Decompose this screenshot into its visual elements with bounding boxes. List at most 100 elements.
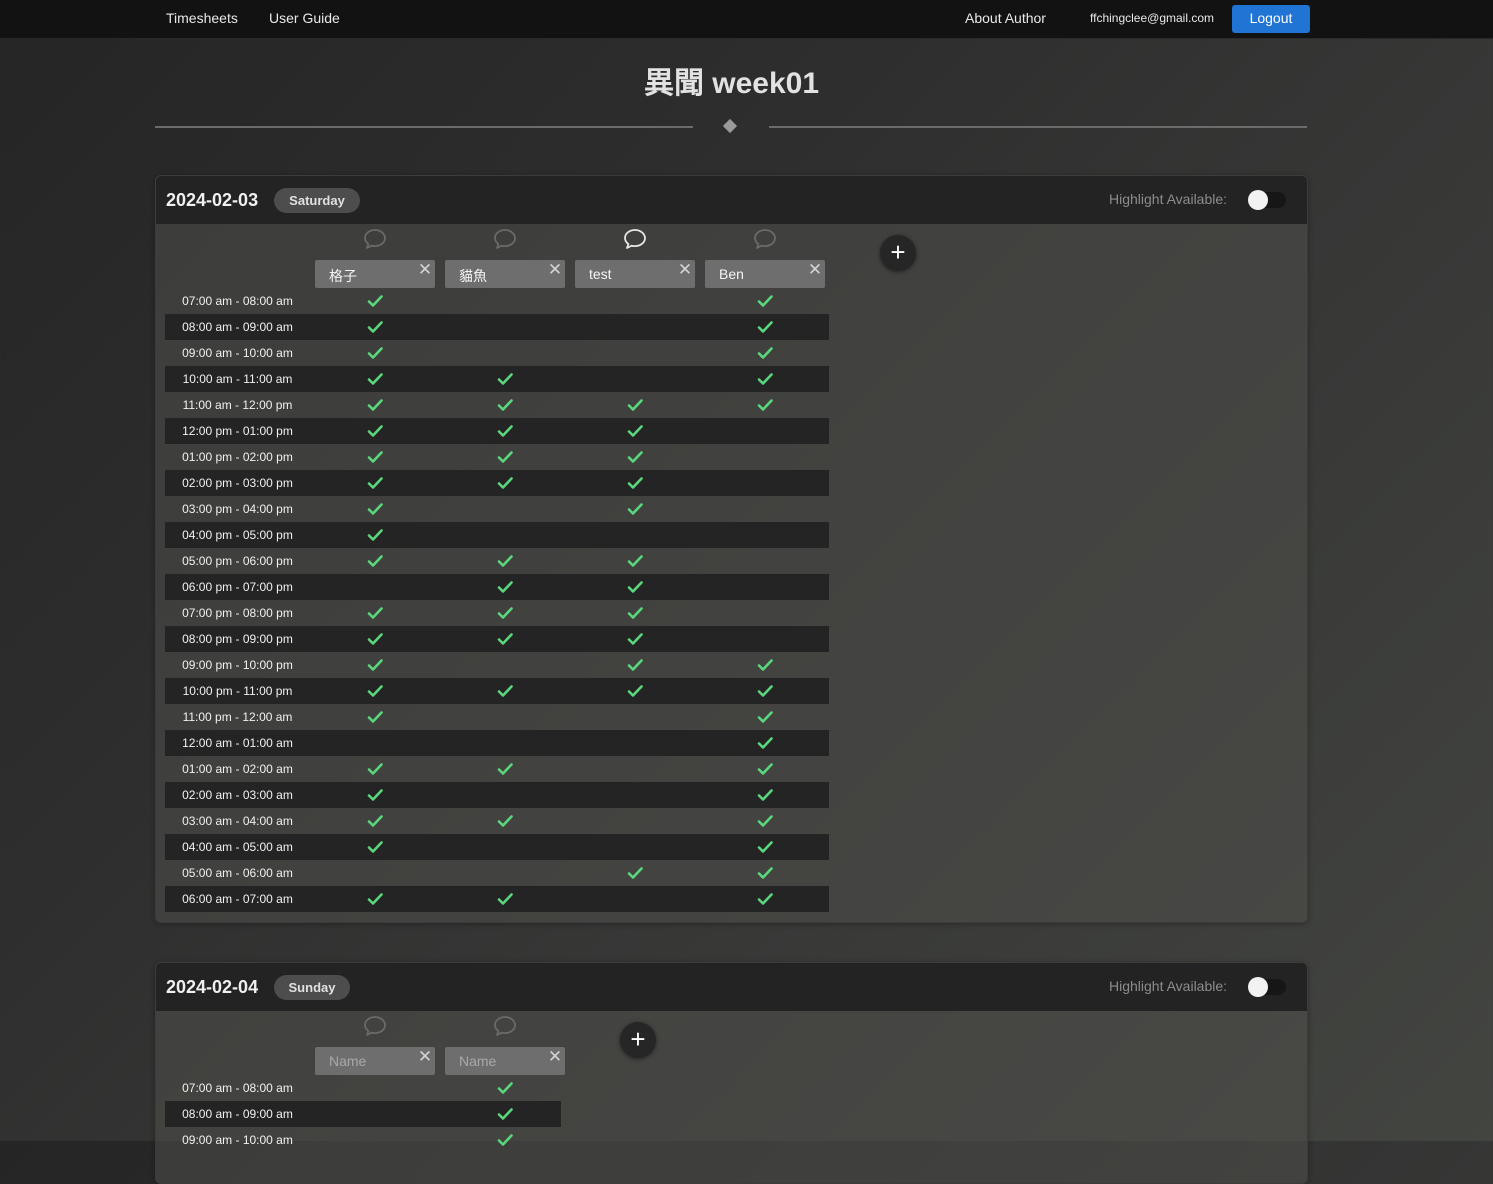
highlight-available-toggle[interactable] [1248,190,1286,210]
check-icon[interactable] [367,657,383,673]
check-icon[interactable] [757,319,773,335]
check-icon[interactable] [367,423,383,439]
check-icon[interactable] [367,813,383,829]
check-icon[interactable] [497,1132,513,1148]
check-icon[interactable] [367,839,383,855]
remove-member-close-icon[interactable]: ✕ [417,261,433,279]
check-icon[interactable] [497,631,513,647]
check-icon[interactable] [757,345,773,361]
time-slot-row: 08:00 am - 09:00 am [165,314,829,340]
member-name-field[interactable]: Ben ✕ [705,260,825,288]
check-icon[interactable] [367,553,383,569]
add-member-button[interactable]: + [880,235,916,271]
check-icon[interactable] [757,839,773,855]
check-icon[interactable] [627,631,643,647]
check-icon[interactable] [497,553,513,569]
check-icon[interactable] [367,787,383,803]
highlight-available-label: Highlight Available: [1109,191,1228,207]
check-icon[interactable] [497,1106,513,1122]
remove-member-close-icon[interactable]: ✕ [547,1048,563,1066]
time-slot-label: 01:00 pm - 02:00 pm [182,450,293,464]
logout-button[interactable]: Logout [1232,5,1310,33]
check-icon[interactable] [627,579,643,595]
comment-bubble-icon[interactable] [493,228,517,250]
check-icon[interactable] [367,605,383,621]
check-icon[interactable] [757,657,773,673]
check-icon[interactable] [757,735,773,751]
check-icon[interactable] [367,319,383,335]
check-icon[interactable] [367,683,383,699]
time-slot-row: 09:00 pm - 10:00 pm [165,652,829,678]
check-icon[interactable] [757,709,773,725]
check-icon[interactable] [367,371,383,387]
check-icon[interactable] [627,475,643,491]
nav-timesheets-link[interactable]: Timesheets [166,0,238,38]
nav-about-author-link[interactable]: About Author [965,0,1046,38]
comment-bubble-icon[interactable] [623,228,647,250]
comment-bubble-icon[interactable] [363,1015,387,1037]
comment-bubble-icon[interactable] [753,228,777,250]
check-icon[interactable] [367,449,383,465]
nav-user-guide-link[interactable]: User Guide [269,0,340,38]
check-icon[interactable] [367,475,383,491]
member-name-field[interactable]: 格子 ✕ [315,260,435,288]
check-icon[interactable] [497,475,513,491]
remove-member-close-icon[interactable]: ✕ [417,1048,433,1066]
check-icon[interactable] [757,891,773,907]
member-name-field[interactable]: Name ✕ [315,1047,435,1075]
check-icon[interactable] [627,605,643,621]
check-icon[interactable] [627,657,643,673]
remove-member-close-icon[interactable]: ✕ [807,261,823,279]
check-icon[interactable] [367,397,383,413]
check-icon[interactable] [497,891,513,907]
remove-member-close-icon[interactable]: ✕ [547,261,563,279]
check-icon[interactable] [497,605,513,621]
comment-bubble-icon[interactable] [493,1015,517,1037]
check-icon[interactable] [497,397,513,413]
check-icon[interactable] [367,345,383,361]
member-name-field[interactable]: test ✕ [575,260,695,288]
check-icon[interactable] [367,761,383,777]
check-icon[interactable] [367,527,383,543]
check-icon[interactable] [757,293,773,309]
check-icon[interactable] [627,449,643,465]
toggle-knob [1248,190,1268,210]
check-icon[interactable] [367,709,383,725]
highlight-available-toggle[interactable] [1248,977,1286,997]
check-icon[interactable] [497,761,513,777]
check-icon[interactable] [757,761,773,777]
check-icon[interactable] [367,891,383,907]
check-icon[interactable] [497,371,513,387]
comment-bubble-icon[interactable] [363,228,387,250]
add-member-button[interactable]: + [620,1022,656,1058]
check-icon[interactable] [627,865,643,881]
member-name-placeholder: Name [329,1053,367,1069]
check-icon[interactable] [627,397,643,413]
check-icon[interactable] [627,501,643,517]
check-icon[interactable] [497,449,513,465]
check-icon[interactable] [497,813,513,829]
check-icon[interactable] [757,397,773,413]
check-icon[interactable] [757,865,773,881]
check-icon[interactable] [367,501,383,517]
day-date: 2024-02-04 [166,977,259,997]
check-icon[interactable] [497,579,513,595]
check-icon[interactable] [627,423,643,439]
check-icon[interactable] [497,423,513,439]
remove-member-close-icon[interactable]: ✕ [677,261,693,279]
time-slot-row: 07:00 am - 08:00 am [165,288,829,314]
check-icon[interactable] [757,683,773,699]
check-icon[interactable] [627,683,643,699]
member-name-field[interactable]: Name ✕ [445,1047,565,1075]
time-slot-row: 03:00 pm - 04:00 pm [165,496,829,522]
check-icon[interactable] [367,631,383,647]
check-icon[interactable] [497,683,513,699]
check-icon[interactable] [367,293,383,309]
check-icon[interactable] [757,371,773,387]
member-name-field[interactable]: 貓魚 ✕ [445,260,565,288]
check-icon[interactable] [757,787,773,803]
check-icon[interactable] [627,553,643,569]
check-icon[interactable] [757,813,773,829]
time-slot-row: 09:00 am - 10:00 am [165,1127,561,1153]
check-icon[interactable] [497,1080,513,1096]
